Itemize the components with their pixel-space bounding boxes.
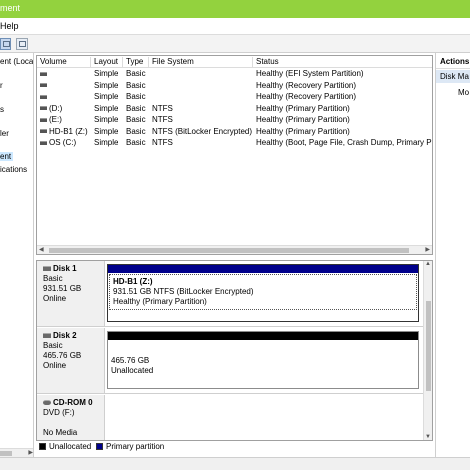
- column-status[interactable]: Status: [253, 57, 432, 68]
- drive-icon: [40, 106, 47, 111]
- drive-icon: [40, 71, 47, 76]
- disk-state: Online: [43, 294, 67, 303]
- partition-detail: 931.51 GB NTFS (BitLocker Encrypted): [113, 287, 254, 296]
- toolbar: [0, 35, 470, 53]
- tree-item-computer-management[interactable]: ent (Local: [0, 57, 33, 66]
- disk-row-disk-2[interactable]: Disk 2 Basic 465.76 GB Online 465.76 GB …: [37, 328, 423, 394]
- legend-label-unallocated: Unallocated: [49, 442, 92, 451]
- tree-item-scheduler[interactable]: r: [0, 81, 3, 90]
- drive-icon: [40, 83, 47, 88]
- disk-graph-scrollbar[interactable]: ▲ ▼: [423, 261, 432, 440]
- disk-graph-view: Disk 1 Basic 931.51 GB Online HD-B1 (Z:)…: [36, 260, 433, 441]
- tree-item-folders[interactable]: s: [0, 105, 4, 114]
- layout-icon: [3, 41, 10, 47]
- drive-icon: [40, 117, 47, 122]
- legend-label-primary: Primary partition: [106, 442, 165, 451]
- table-row[interactable]: OS (C:) Simple Basic NTFS Healthy (Boot,…: [37, 138, 432, 150]
- disk-name: CD-ROM 0: [53, 398, 93, 407]
- partition-hd-b1[interactable]: HD-B1 (Z:) 931.51 GB NTFS (BitLocker Enc…: [107, 264, 419, 322]
- disk-icon: [43, 266, 51, 272]
- disk-icon: [43, 333, 51, 339]
- disk-info[interactable]: Disk 2 Basic 465.76 GB Online: [37, 328, 105, 393]
- disk-name: Disk 2: [53, 331, 77, 340]
- table-row[interactable]: (D:) Simple Basic NTFS Healthy (Primary …: [37, 104, 432, 116]
- scroll-left-icon[interactable]: ◀: [39, 246, 44, 253]
- disk-type: Basic: [43, 341, 63, 350]
- panel-icon: [19, 41, 26, 47]
- table-row[interactable]: HD-B1 (Z:) Simple Basic NTFS (BitLocker …: [37, 127, 432, 139]
- partition-unallocated[interactable]: 465.76 GB Unallocated: [107, 331, 419, 389]
- table-row[interactable]: Simple Basic Healthy (EFI System Partiti…: [37, 69, 432, 81]
- tree-item-device-manager[interactable]: ler: [0, 129, 9, 138]
- actions-header: Actions: [436, 53, 470, 69]
- disk-row-cdrom-0[interactable]: CD-ROM 0 DVD (F:) No Media: [37, 395, 423, 440]
- view-top-button[interactable]: [0, 38, 11, 50]
- disk-state: Online: [43, 361, 67, 370]
- status-bar: [0, 457, 470, 470]
- tree-scrollbar[interactable]: ▶: [0, 448, 33, 457]
- scroll-right-icon[interactable]: ▶: [425, 246, 430, 253]
- column-type[interactable]: Type: [123, 57, 149, 68]
- table-row[interactable]: Simple Basic Healthy (Recovery Partition…: [37, 81, 432, 93]
- disk-state: No Media: [43, 428, 78, 437]
- table-row[interactable]: (E:) Simple Basic NTFS Healthy (Primary …: [37, 115, 432, 127]
- drive-icon: [40, 94, 47, 99]
- partition-bar: [108, 332, 418, 340]
- partition-status: Unallocated: [111, 366, 154, 375]
- column-volume[interactable]: Volume: [37, 57, 91, 68]
- drive-icon: [40, 129, 47, 134]
- scroll-right-icon[interactable]: ▶: [28, 449, 33, 456]
- drive-icon: [40, 140, 47, 145]
- window-title: ment: [0, 3, 21, 13]
- scroll-thumb[interactable]: [0, 451, 12, 456]
- partition-status: Healthy (Primary Partition): [113, 297, 207, 306]
- menu-help[interactable]: Help: [0, 21, 19, 31]
- title-bar: ment: [0, 0, 470, 18]
- scroll-up-icon[interactable]: ▲: [425, 261, 431, 267]
- disk-type: DVD (F:): [43, 408, 75, 417]
- actions-item-more[interactable]: Mo: [458, 88, 469, 97]
- cdrom-icon: [43, 400, 51, 406]
- legend: Unallocated Primary partition: [36, 441, 433, 452]
- view-bottom-button[interactable]: [16, 38, 28, 50]
- actions-pane: Actions Disk Ma Mo: [435, 53, 470, 457]
- partition-name: HD-B1 (Z:): [113, 277, 153, 286]
- menu-bar: Help: [0, 18, 470, 35]
- column-layout[interactable]: Layout: [91, 57, 123, 68]
- scroll-thumb[interactable]: [49, 248, 409, 253]
- disk-row-disk-1[interactable]: Disk 1 Basic 931.51 GB Online HD-B1 (Z:)…: [37, 261, 423, 327]
- legend-swatch-unallocated: [39, 443, 46, 450]
- console-tree: ent (Local r s ler ent ications ▶: [0, 53, 34, 457]
- legend-swatch-primary: [96, 443, 103, 450]
- table-row[interactable]: Simple Basic Healthy (Recovery Partition…: [37, 92, 432, 104]
- disk-type: Basic: [43, 274, 63, 283]
- actions-group-disk-management[interactable]: Disk Ma: [436, 70, 470, 83]
- disk-name: Disk 1: [53, 264, 77, 273]
- partition-detail: 465.76 GB: [111, 356, 150, 365]
- disk-size: 931.51 GB: [43, 284, 82, 293]
- tree-item-disk-management[interactable]: ent: [0, 152, 14, 161]
- volume-list: Volume Layout Type File System Status Si…: [36, 55, 433, 255]
- volume-list-scrollbar[interactable]: ◀ ▶: [37, 245, 432, 254]
- column-file-system[interactable]: File System: [149, 57, 253, 68]
- disk-info[interactable]: CD-ROM 0 DVD (F:) No Media: [37, 395, 105, 440]
- disk-info[interactable]: Disk 1 Basic 931.51 GB Online: [37, 261, 105, 326]
- tree-item-applications[interactable]: ications: [0, 165, 27, 174]
- scroll-thumb[interactable]: [426, 301, 431, 391]
- scroll-down-icon[interactable]: ▼: [425, 434, 431, 440]
- disk-size: 465.76 GB: [43, 351, 82, 360]
- partition-bar: [108, 265, 418, 273]
- volume-list-header: Volume Layout Type File System Status: [37, 56, 432, 68]
